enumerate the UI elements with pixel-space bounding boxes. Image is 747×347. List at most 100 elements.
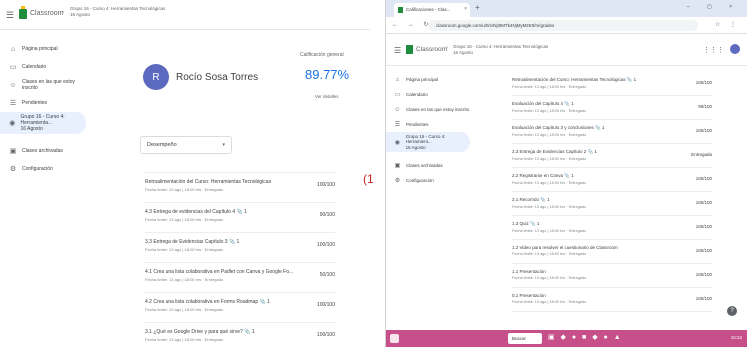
sidebar-item-icon: ☰ <box>394 122 401 128</box>
assignment-row[interactable]: 1.1 Presentación Fecha límite: 13 ago | 1… <box>512 264 712 288</box>
address-bar: ← → ↻ classroom.google.com/u/0/c/NjI0MTk… <box>386 17 747 34</box>
assignment-meta: Fecha límite: 13 ago | 18:00 hrs · Entre… <box>512 276 587 280</box>
right-window: Calificaciones - Clas... × + – ▢ × ← → ↻… <box>385 0 747 347</box>
classroom-logo-icon[interactable] <box>19 6 27 19</box>
browser-tab-bar: Calificaciones - Clas... × + – ▢ × <box>386 0 747 17</box>
apps-grid-icon[interactable]: ⋮⋮⋮ <box>703 46 724 54</box>
sidebar-item-label: Página principal <box>22 46 58 52</box>
assignment-row[interactable]: 2.3 Entrega de Evidencias Capítulo 2 📎 1… <box>512 144 712 168</box>
menu-icon[interactable]: ☰ <box>6 10 14 21</box>
browser-tools[interactable]: ☆ ⋮ <box>715 21 740 28</box>
sidebar-item[interactable]: ⚙ Configuración <box>386 173 476 188</box>
sidebar-item-icon: ☰ <box>9 100 17 107</box>
sidebar-item-icon: ◉ <box>9 120 16 127</box>
sidebar-item[interactable]: ◉ Grupo 16 - Curso 4: Herramienta... 16 Ag… <box>0 112 86 134</box>
sidebar-item-text: Clases en las que estoy inscrito <box>21 79 76 91</box>
os-taskbar: Buscar ▣ ◆ ● ■ ◆ ● ▲ 16:22 <box>386 330 747 347</box>
assignment-meta: Fecha límite: 13 ago | 18:00 hrs · Entre… <box>512 252 587 256</box>
assignment-row[interactable]: Evaluación del Capítulo 4 📎 1 Fecha límit… <box>512 96 712 120</box>
sidebar-item-label: Calendario <box>22 64 46 70</box>
sidebar-item[interactable]: ⚙ Configuración <box>0 160 92 178</box>
sort-dropdown-value: Desempeño <box>147 142 177 148</box>
sidebar-item[interactable]: ▣ Clases archivadas <box>0 142 92 160</box>
sidebar-item-text: Página principal <box>22 46 58 52</box>
assignment-meta: Fecha límite: 13 ago | 18:00 hrs · Entre… <box>512 133 587 137</box>
sidebar-item[interactable]: ☰ Pendientes <box>386 117 476 132</box>
sidebar-item[interactable]: ▣ Clases archivadas <box>386 158 476 173</box>
assignment-title: 2.1 Recorrido 📎 1 <box>512 197 550 202</box>
url-input[interactable]: classroom.google.com/u/0/c/NjI0MTk4NjMyM… <box>428 20 698 31</box>
navigation-buttons[interactable]: ← → ↻ <box>392 21 432 28</box>
sidebar-item[interactable]: ⌂ Página principal <box>386 72 476 87</box>
left-window: ☰ Classroom › Grupo 16 - Curso 4: Herram… <box>0 0 370 347</box>
assignment-row[interactable]: 1.2 Video para resolver el cuestionario … <box>512 240 712 264</box>
window-controls[interactable]: – ▢ × <box>687 4 740 10</box>
new-tab-button[interactable]: + <box>475 3 480 12</box>
start-icon[interactable] <box>390 334 399 343</box>
assignment-row[interactable]: 1.3 Quiz 📎 1 Fecha límite: 13 ago | 18:00… <box>512 216 712 240</box>
assignment-row[interactable]: 2.2 Registrarse en Canva 📎 1 Fecha límite… <box>512 168 712 192</box>
assignment-row[interactable]: Retroalimentación del Curso: Herramienta… <box>145 172 335 200</box>
sidebar-item-text: Clases archivadas <box>22 148 63 154</box>
assignment-row[interactable]: 2.1 Recorrido 📎 1 Fecha límite: 13 ago | … <box>512 192 712 216</box>
assignment-meta: Fecha límite: 13 ago | 18:00 hrs · Entre… <box>145 307 224 312</box>
sidebar-item[interactable]: ⌂ Página principal <box>0 40 92 58</box>
browser-tab[interactable]: Calificaciones - Clas... × <box>394 3 470 17</box>
assignment-title: 3.1 ¿Qué es Google Drive y para qué sirv… <box>145 329 255 335</box>
classroom-logo-icon[interactable] <box>406 45 413 54</box>
assignment-row[interactable]: Evaluación del Capítulo 3 y conclusiones… <box>512 120 712 144</box>
assignment-title: 4.2 Crea una lista colaborativa en Forms… <box>145 299 270 305</box>
assignment-score: 100/100 <box>695 224 712 229</box>
assignment-title: 2.3 Entrega de Evidencias Capítulo 2 📎 1 <box>512 149 597 154</box>
student-name: Rocío Sosa Torres <box>176 72 259 83</box>
classroom-header: ☰ Classroom › Grupo 16 - Curso 4: Herram… <box>386 34 747 66</box>
sidebar-item-label: Configuración <box>406 178 434 183</box>
assignment-row[interactable]: 4.1 Crea una lista colaborativa en Padle… <box>145 262 335 290</box>
assignment-row[interactable]: 4.3 Entrega de evidencias del Capítulo 4… <box>145 202 335 230</box>
assignment-row[interactable]: 3.3 Entrega de Evidencias Capítulo 3 📎 1… <box>145 232 335 260</box>
app-name[interactable]: Classroom <box>30 10 63 17</box>
assignment-score: 100/100 <box>695 176 712 181</box>
assignment-score: 100/100 <box>695 200 712 205</box>
assignment-row[interactable]: 0.1 Presentación Fecha límite: 13 ago | 1… <box>512 288 712 312</box>
assignment-score: 100/100 <box>316 302 335 308</box>
close-tab-icon[interactable]: × <box>464 6 467 12</box>
assignment-row[interactable]: 3.1 ¿Qué es Google Drive y para qué sirv… <box>145 322 335 347</box>
assignment-score: 90/100 <box>698 104 712 109</box>
taskbar-app-icons[interactable]: ▣ ◆ ● ■ ◆ ● ▲ <box>548 333 623 341</box>
help-icon[interactable]: ? <box>727 306 737 316</box>
grade-label: Calificación general <box>300 52 344 58</box>
top-header: ☰ Classroom › Grupo 16 - Curso 4: Herram… <box>0 0 370 30</box>
assignment-title: 4.1 Crea una lista colaborativa en Padle… <box>145 269 294 275</box>
assignment-score: 100/100 <box>316 332 335 338</box>
sidebar-item-label: Pendientes <box>406 122 429 127</box>
assignment-row[interactable]: Retroalimentación del Curso: Herramienta… <box>512 72 712 96</box>
assignment-score: 50/100 <box>319 272 335 278</box>
assignment-score: 100/100 <box>695 296 712 301</box>
sidebar-item-label: Pendientes <box>22 100 47 106</box>
app-name[interactable]: Classroom <box>416 46 447 53</box>
assignment-meta: Fecha límite: 13 ago | 18:00 hrs · Entre… <box>512 85 587 89</box>
sidebar-item-icon: ⌂ <box>395 76 400 83</box>
sidebar-item[interactable]: ◉ Grupo 16 - Curso 4: Herramient... 16 Ago… <box>386 132 470 152</box>
sidebar-item[interactable]: ☰ Pendientes <box>0 94 92 112</box>
sidebar-item[interactable]: ☺ Clases en las que estoy inscrito <box>386 102 476 117</box>
sidebar-item-icon: ▭ <box>9 64 17 71</box>
grade-details-link[interactable]: Ver detalles <box>315 94 339 99</box>
avatar[interactable] <box>730 44 740 54</box>
sidebar-item[interactable]: ▭ Calendario <box>386 87 476 102</box>
sidebar-item-label: Clases en las que estoy inscrito <box>406 107 469 112</box>
sidebar-item[interactable]: ▭ Calendario <box>0 58 92 76</box>
sidebar-item-label: Clases archivadas <box>22 148 63 154</box>
breadcrumb[interactable]: Grupo 16 - Curso 4: Herramientas Tecnoló… <box>453 44 548 56</box>
sort-dropdown[interactable]: Desempeño ▾ <box>140 136 232 154</box>
sidebar-item-text: Clases en las que estoy inscrito <box>406 107 470 112</box>
sidebar-item[interactable]: ☺ Clases en las que estoy inscrito <box>0 76 92 94</box>
taskbar-search[interactable]: Buscar <box>508 333 542 344</box>
assignment-row[interactable]: 4.2 Crea una lista colaborativa en Forms… <box>145 292 335 320</box>
breadcrumb[interactable]: Grupo 16 - Curso 4: Herramientas Tecnoló… <box>70 6 165 18</box>
assignment-title: 1.3 Quiz 📎 1 <box>512 221 540 226</box>
assignment-meta: Fecha límite: 13 ago | 18:00 hrs · Entre… <box>512 109 587 113</box>
assignment-meta: Fecha límite: 13 ago | 18:00 hrs · Entre… <box>145 217 224 222</box>
menu-icon[interactable]: ☰ <box>394 46 401 55</box>
